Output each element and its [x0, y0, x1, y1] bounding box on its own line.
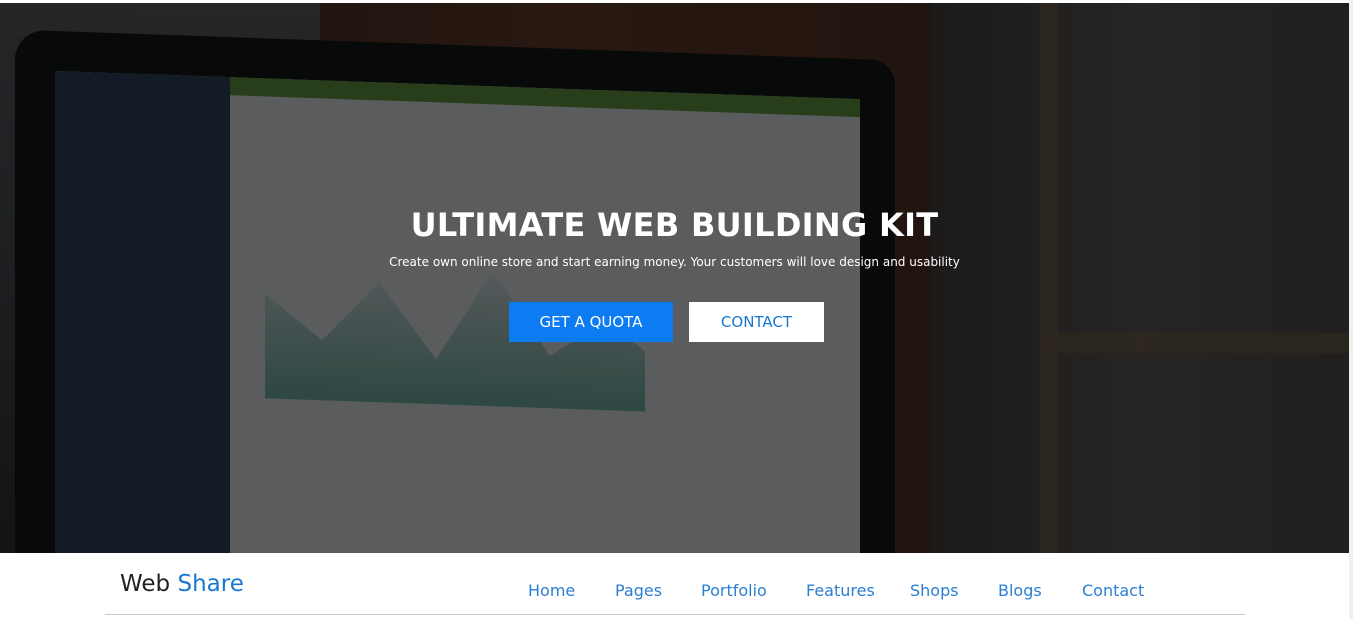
nav-item-blogs[interactable]: Blogs — [998, 581, 1042, 600]
nav-item-pages[interactable]: Pages — [615, 581, 662, 600]
hero-subtitle: Create own online store and start earnin… — [389, 255, 960, 269]
contact-button[interactable]: CONTACT — [689, 302, 824, 342]
page-scrollbar[interactable] — [1349, 0, 1353, 619]
nav-item-portfolio[interactable]: Portfolio — [701, 581, 767, 600]
nav-item-features[interactable]: Features — [806, 581, 875, 600]
hero-banner: ULTIMATE WEB BUILDING KIT Create own onl… — [0, 3, 1349, 553]
navbar-divider — [105, 614, 1245, 615]
hero-title: ULTIMATE WEB BUILDING KIT — [410, 206, 939, 244]
nav-links: Home Pages Portfolio Features Shops Blog… — [0, 581, 1353, 605]
nav-item-shops[interactable]: Shops — [910, 581, 959, 600]
main-navbar: Web Share Home Pages Portfolio Features … — [0, 553, 1353, 619]
nav-item-contact[interactable]: Contact — [1082, 581, 1144, 600]
get-quota-button[interactable]: GET A QUOTA — [509, 302, 673, 342]
hero-content: ULTIMATE WEB BUILDING KIT Create own onl… — [0, 3, 1349, 553]
nav-item-home[interactable]: Home — [528, 581, 575, 600]
